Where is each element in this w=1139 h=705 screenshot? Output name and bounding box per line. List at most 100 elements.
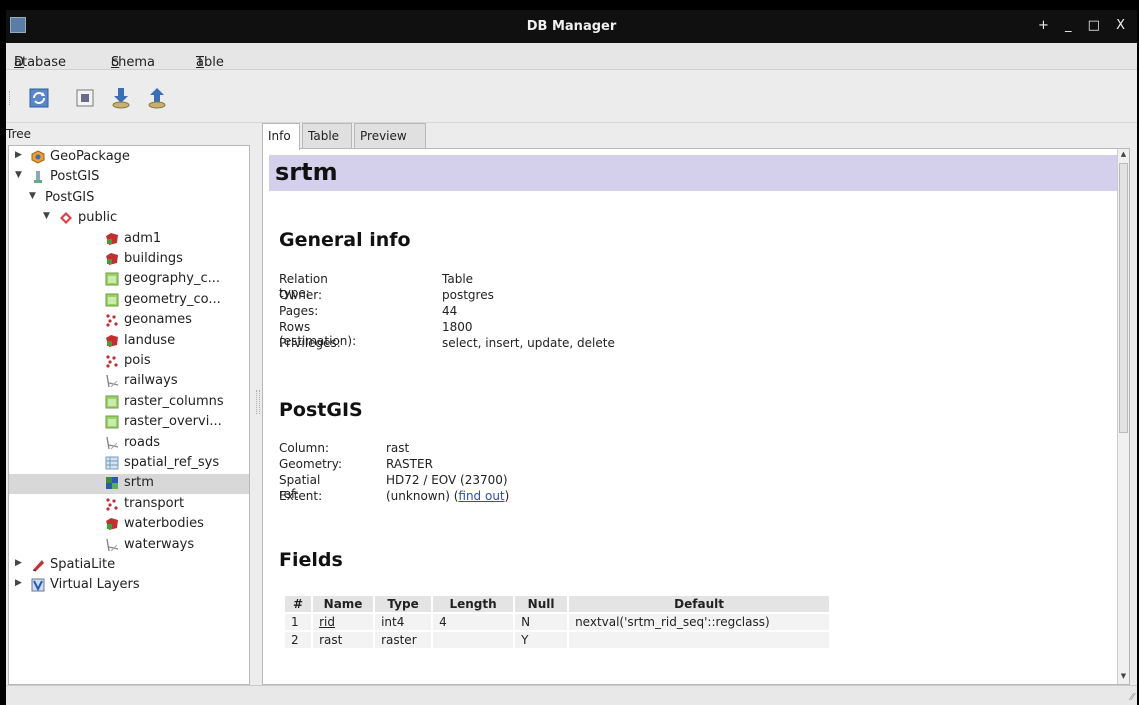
tree-item[interactable]: geometry_co... — [9, 291, 249, 311]
tree-item[interactable]: roads — [9, 434, 249, 454]
db-tree[interactable]: ▶ GeoPackage ▼ PostGIS ▼ PostGIS ▼ public adm1 bu… — [8, 145, 250, 685]
virtual-layers-icon — [31, 578, 45, 592]
scroll-thumb[interactable] — [1119, 163, 1128, 433]
refresh-button[interactable] — [26, 85, 52, 111]
tree-item-label: raster_overvi... — [124, 414, 222, 430]
tree-item[interactable]: ▶ SpatiaLite — [9, 556, 249, 576]
import-layer-button[interactable] — [108, 85, 134, 111]
tab-table[interactable]: Table — [302, 123, 352, 149]
tree-item[interactable]: ▶ Virtual Layers — [9, 576, 249, 596]
tree-item[interactable]: ▼ PostGIS — [9, 189, 249, 209]
tree-item[interactable]: waterways — [9, 536, 249, 556]
polygon-layer-icon — [105, 517, 119, 531]
tree-item-label: geonames — [124, 312, 192, 328]
tree-item-label: PostGIS — [45, 189, 95, 205]
tree-item[interactable]: ▼ public — [9, 209, 249, 229]
tree-item[interactable]: landuse — [9, 332, 249, 352]
info-value-text: RASTER — [386, 457, 433, 471]
resize-grip-icon[interactable]: ⁄⁄ — [1131, 692, 1134, 703]
table-cell: nextval('srtm_rid_seq'::regclass) — [569, 614, 830, 630]
column-header: Length — [433, 596, 514, 612]
info-value-text: HD72 / EOV (23700) — [386, 473, 508, 487]
tree-item[interactable]: spatial_ref_sys — [9, 454, 249, 474]
point-layer-icon — [105, 497, 119, 511]
point-layer-icon — [105, 354, 119, 368]
tree-item-label: public — [78, 210, 118, 226]
tree-item-label: railways — [124, 373, 178, 389]
tree-item[interactable]: ▼ PostGIS — [9, 168, 249, 188]
column-header: Null — [515, 596, 568, 612]
column-header: # — [285, 596, 312, 612]
tree-item[interactable]: geography_c... — [9, 270, 249, 290]
line-layer-icon — [105, 374, 119, 388]
fields-header-row: # Name Type Length Null Default — [285, 596, 830, 612]
panel-splitter[interactable] — [256, 390, 260, 414]
tree-header: Tree — [6, 127, 32, 141]
object-title: srtm — [269, 155, 1117, 191]
menu-database-label: atabase — [14, 55, 67, 70]
line-layer-icon — [105, 436, 119, 450]
status-bar: ⁄⁄ — [6, 685, 1137, 705]
scroll-down-arrow-icon[interactable]: ▼ — [1119, 672, 1128, 683]
scroll-up-arrow-icon[interactable]: ▲ — [1119, 150, 1128, 161]
window-title: DB Manager — [526, 19, 617, 34]
info-key: Privileges: — [279, 336, 341, 350]
collapse-arrow-icon[interactable]: ▼ — [15, 170, 22, 180]
collapse-arrow-icon[interactable]: ▼ — [43, 211, 50, 221]
tree-item-label: adm1 — [124, 230, 162, 246]
tree-item[interactable]: raster_overvi... — [9, 413, 249, 433]
find-out-link[interactable]: find out — [458, 489, 504, 503]
column-header: Type — [375, 596, 432, 612]
tree-item[interactable]: raster_columns — [9, 393, 249, 413]
schema-icon — [59, 211, 73, 225]
tree-item[interactable]: ▶ GeoPackage — [9, 148, 249, 168]
table-cell — [433, 632, 514, 648]
tree-item-label: PostGIS — [50, 169, 100, 185]
sql-window-button[interactable] — [72, 85, 98, 111]
info-value-text: select, insert, update, delete — [442, 336, 615, 350]
fields-heading: Fields — [279, 549, 343, 571]
title-bar[interactable]: DB Manager + _ □ X — [6, 10, 1137, 43]
expand-arrow-icon[interactable]: ▶ — [15, 150, 22, 160]
table-cell: 1 — [285, 614, 312, 630]
tree-item[interactable]: railways — [9, 372, 249, 392]
table-cell: N — [515, 614, 568, 630]
tree-item[interactable]: waterbodies — [9, 515, 249, 535]
tree-item[interactable]: geonames — [9, 311, 249, 331]
tree-item-label: geometry_co... — [124, 291, 221, 307]
tree-item[interactable]: pois — [9, 352, 249, 372]
column-header: Name — [313, 596, 374, 612]
export-layer-button[interactable] — [144, 85, 170, 111]
info-key: Extent: — [279, 489, 323, 503]
tree-item[interactable]: srtm — [9, 474, 249, 495]
info-value-text: 1800 — [442, 320, 473, 334]
info-value-text: Table — [442, 272, 474, 286]
tree-item-label: landuse — [124, 332, 176, 348]
toolbar-grip[interactable] — [9, 91, 12, 105]
tree-item[interactable]: transport — [9, 495, 249, 515]
menu-bar: Database Schema Table — [6, 43, 1137, 70]
info-value: (unknown) (find out) — [386, 489, 509, 503]
info-value: select, insert, update, delete — [442, 336, 615, 350]
info-value-text: rast — [386, 441, 410, 455]
collapse-arrow-icon[interactable]: ▼ — [29, 191, 36, 201]
tab-info[interactable]: Info — [262, 123, 300, 150]
table-icon — [105, 395, 119, 409]
info-value-text: postgres — [442, 288, 494, 302]
tree-item[interactable]: buildings — [9, 250, 249, 270]
tree-item-label: GeoPackage — [50, 149, 130, 164]
expand-arrow-icon[interactable]: ▶ — [15, 558, 22, 568]
plain-table-icon — [105, 456, 119, 470]
expand-arrow-icon[interactable]: ▶ — [15, 578, 22, 588]
tree-item[interactable]: adm1 — [9, 230, 249, 250]
table-cell — [569, 632, 830, 648]
info-value: 1800 — [442, 320, 473, 334]
tree-item-label: srtm — [124, 475, 154, 491]
info-scrollbar[interactable]: ▲ ▼ — [1117, 149, 1129, 684]
window-controls[interactable]: + _ □ X — [1038, 18, 1131, 33]
tab-preview[interactable]: Preview — [354, 123, 426, 149]
general-info-heading: General info — [279, 229, 411, 251]
polygon-layer-icon — [105, 252, 119, 266]
raster-layer-icon — [105, 476, 119, 490]
line-layer-icon — [105, 538, 119, 552]
